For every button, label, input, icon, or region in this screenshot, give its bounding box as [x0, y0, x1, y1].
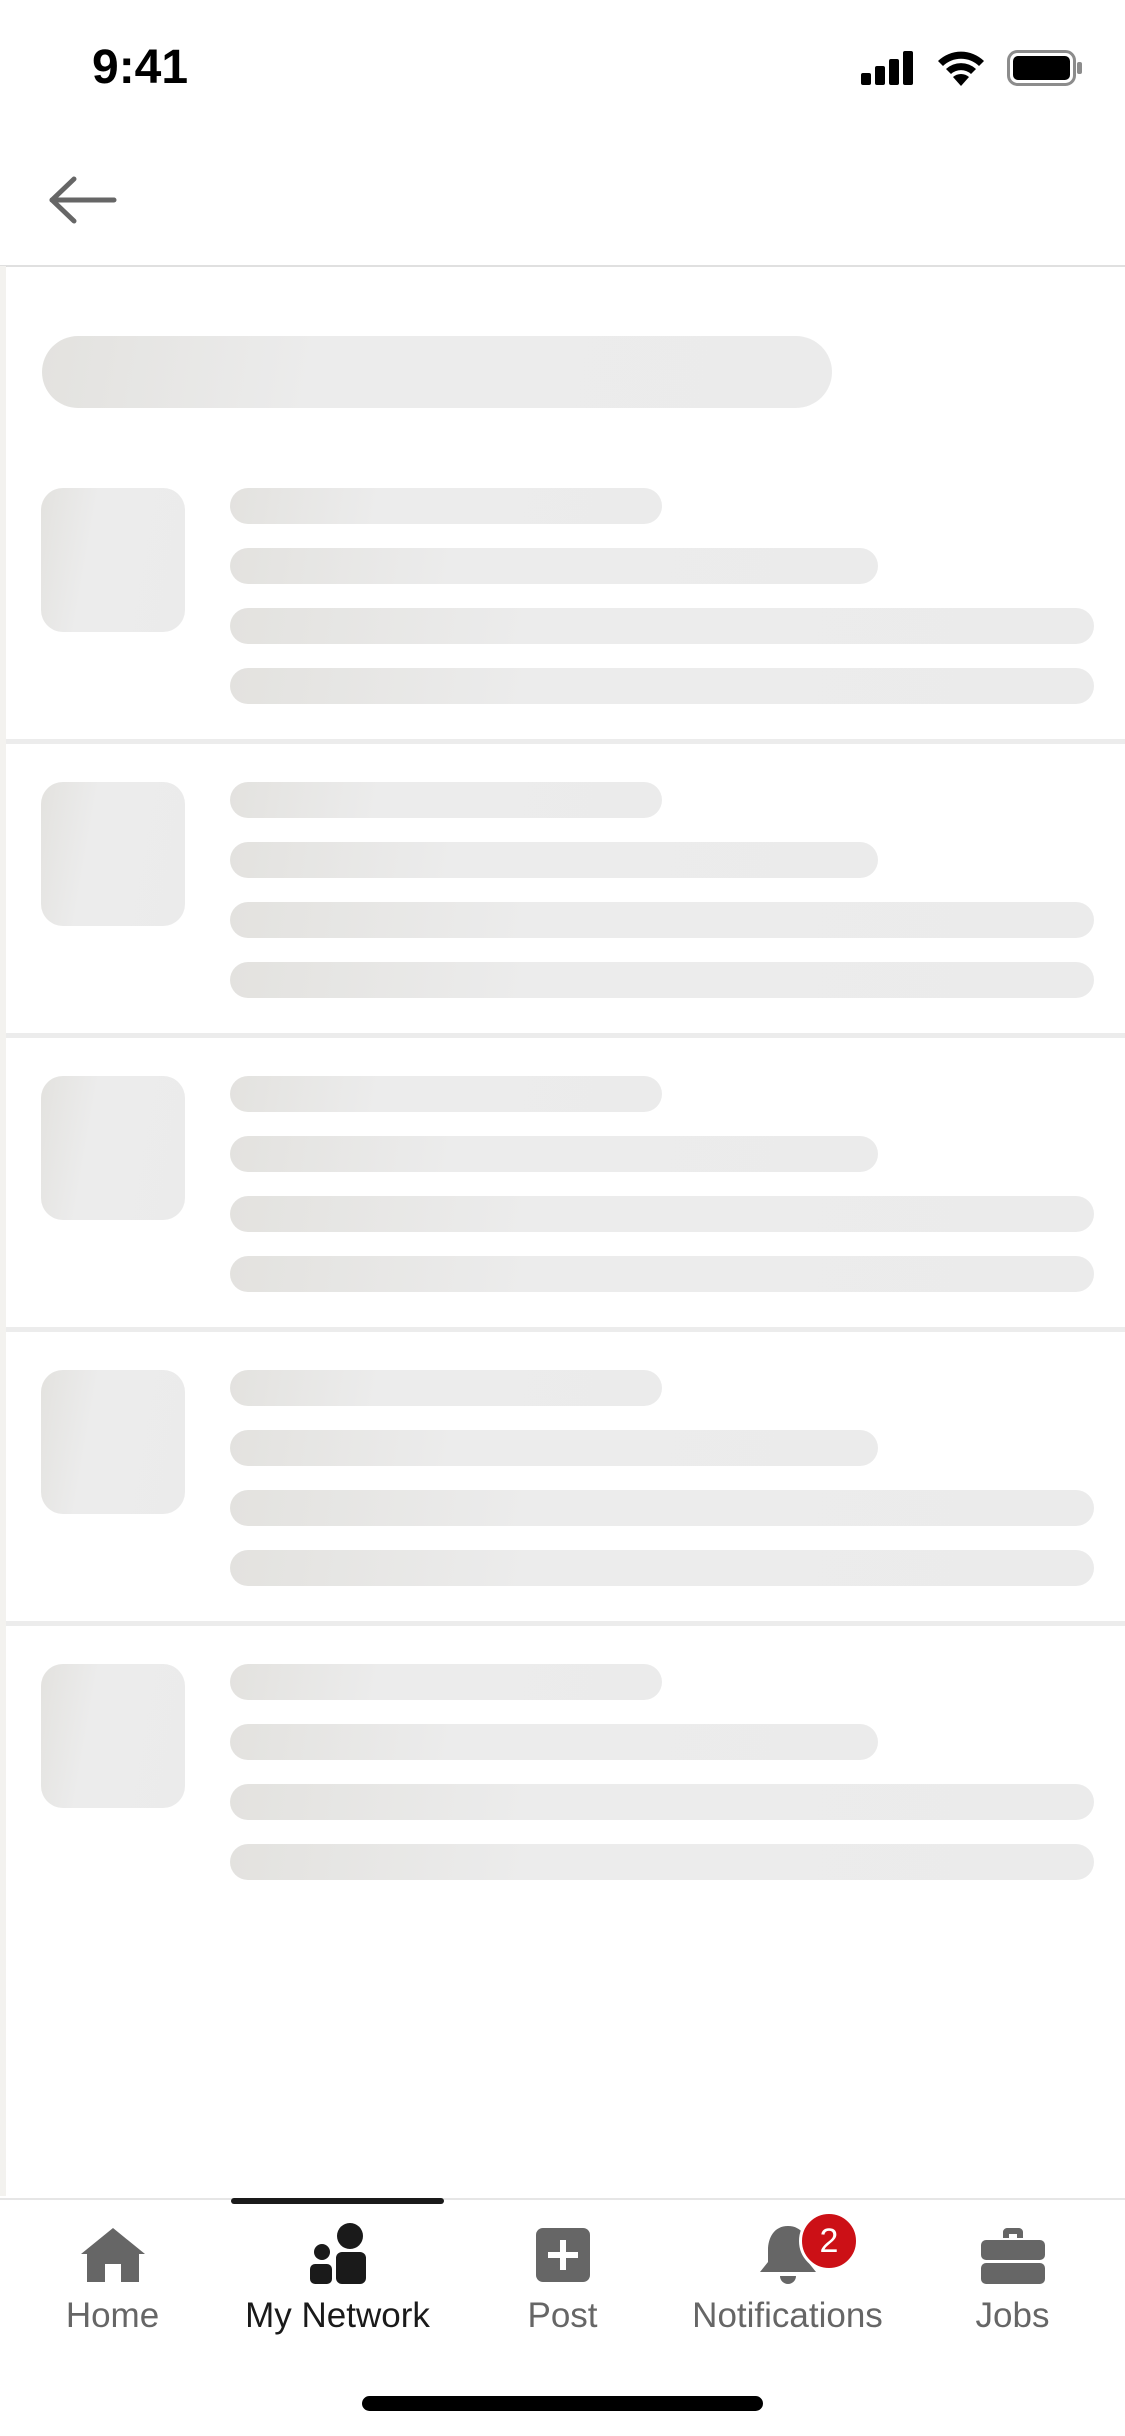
top-header: [0, 140, 1125, 267]
nav-post[interactable]: Post: [450, 2200, 675, 2350]
screen: 9:41 Home My Network Post 2 Notification…: [0, 0, 1125, 2436]
status-bar: 9:41: [0, 0, 1125, 140]
cellular-signal-icon: [861, 51, 915, 90]
skeleton-line: [230, 1076, 662, 1112]
skeleton-line: [230, 1256, 1094, 1292]
skeleton-avatar: [41, 1370, 185, 1514]
skeleton-card: [6, 741, 1125, 1038]
status-icons: [861, 50, 1083, 91]
post-plus-icon: [534, 2218, 592, 2284]
nav-label: My Network: [245, 2296, 430, 2335]
skeleton-line: [230, 1664, 662, 1700]
skeleton-title: [42, 336, 832, 408]
skeleton-line: [230, 782, 662, 818]
skeleton-line: [230, 1784, 1094, 1820]
nav-jobs[interactable]: Jobs: [900, 2200, 1125, 2350]
skeleton-avatar: [41, 488, 185, 632]
home-indicator[interactable]: [362, 2396, 763, 2411]
skeleton-line: [230, 1490, 1094, 1526]
loading-skeleton: [6, 267, 1125, 2197]
skeleton-line: [230, 1724, 878, 1760]
nav-notifications[interactable]: 2 Notifications: [675, 2200, 900, 2350]
nav-home[interactable]: Home: [0, 2200, 225, 2350]
skeleton-line: [230, 1430, 878, 1466]
nav-label: Home: [65, 2296, 160, 2335]
skeleton-line: [230, 548, 878, 584]
network-icon: [308, 2218, 368, 2284]
skeleton-line: [230, 668, 1094, 704]
skeleton-avatar: [41, 1664, 185, 1808]
home-icon: [79, 2218, 147, 2284]
skeleton-line: [230, 1844, 1094, 1880]
skeleton-card: [6, 1623, 1125, 1915]
skeleton-line: [230, 962, 1094, 998]
skeleton-line: [230, 1136, 878, 1172]
skeleton-avatar: [41, 782, 185, 926]
skeleton-line: [230, 608, 1094, 644]
skeleton-line: [230, 842, 878, 878]
nav-label: Jobs: [975, 2296, 1050, 2335]
nav-my-network[interactable]: My Network: [225, 2200, 450, 2350]
nav-label: Notifications: [692, 2296, 883, 2335]
status-time: 9:41: [92, 41, 189, 94]
wifi-icon: [937, 50, 985, 91]
skeleton-line: [230, 1196, 1094, 1232]
skeleton-avatar: [41, 1076, 185, 1220]
arrow-left-icon: [48, 175, 118, 230]
skeleton-line: [230, 1550, 1094, 1586]
briefcase-icon: [980, 2218, 1045, 2284]
skeleton-card: [6, 447, 1125, 744]
skeleton-line: [230, 902, 1094, 938]
skeleton-line: [230, 1370, 662, 1406]
skeleton-card: [6, 1035, 1125, 1332]
notification-badge: 2: [799, 2211, 859, 2271]
back-button[interactable]: [45, 164, 121, 240]
skeleton-line: [230, 488, 662, 524]
skeleton-card: [6, 1329, 1125, 1626]
nav-label: Post: [527, 2296, 598, 2335]
battery-icon: [1007, 50, 1083, 91]
